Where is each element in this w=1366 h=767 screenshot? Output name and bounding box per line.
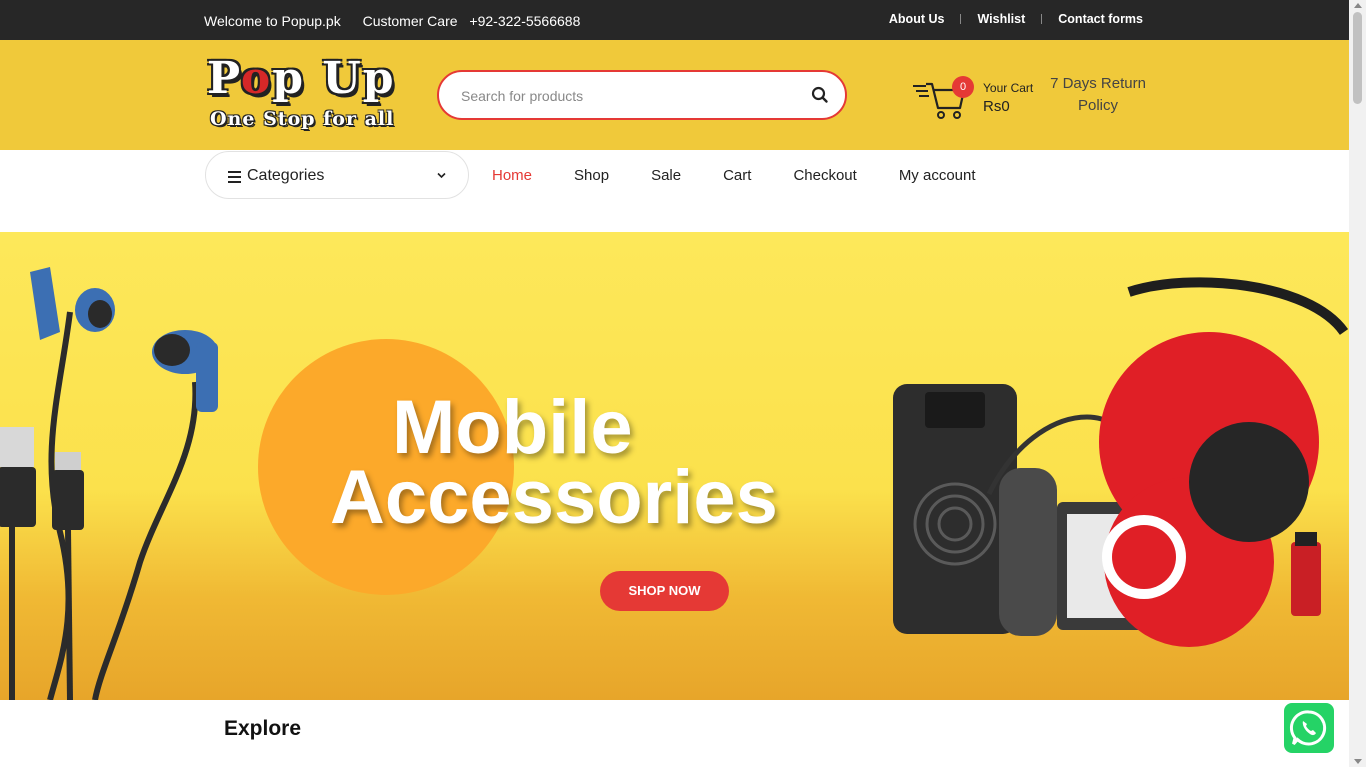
nav-home[interactable]: Home <box>492 167 532 184</box>
welcome-text: Welcome to Popup.pk <box>204 13 341 29</box>
scroll-down-arrow[interactable] <box>1354 759 1362 764</box>
top-bar-links: About Us Wishlist Contact forms <box>889 12 1143 26</box>
shop-now-button[interactable]: SHOP NOW <box>600 571 729 611</box>
about-us-link[interactable]: About Us <box>889 12 945 26</box>
divider <box>960 14 962 24</box>
cart-amount: Rs0 <box>983 98 1010 115</box>
top-bar: Welcome to Popup.pk Customer Care +92-32… <box>0 0 1349 40</box>
header-cart[interactable]: 0 Your Cart Rs0 <box>912 76 1042 121</box>
nav-cart[interactable]: Cart <box>723 167 751 184</box>
scroll-up-arrow[interactable] <box>1354 3 1362 8</box>
customer-care-phone[interactable]: +92-322-5566688 <box>469 13 580 29</box>
accessories-image <box>893 277 1349 647</box>
nav-checkout[interactable]: Checkout <box>793 167 856 184</box>
whatsapp-icon <box>1289 710 1327 746</box>
logo-letter-o: o <box>240 53 273 104</box>
hero-title-line2: Accessories <box>330 455 778 540</box>
menu-icon <box>228 171 241 183</box>
site-header: Pop Up One Stop for all 0 Your Cart Rs0 … <box>0 40 1349 150</box>
contact-forms-link[interactable]: Contact forms <box>1058 12 1143 26</box>
section-title-explore: Explore <box>224 717 302 740</box>
return-policy-line1: 7 Days Return <box>1050 75 1146 92</box>
cart-label: Your Cart <box>983 81 1034 95</box>
customer-care-label: Customer Care <box>362 13 458 29</box>
divider <box>1041 14 1043 24</box>
cart-count-badge: 0 <box>952 76 974 98</box>
logo-wordmark: Pop Up <box>207 53 396 104</box>
search-input[interactable] <box>459 72 793 120</box>
main-menu: Home Shop Sale Cart Checkout My account <box>492 167 1018 184</box>
wishlist-link[interactable]: Wishlist <box>977 12 1025 26</box>
hero-banner: Mobile Accessories SHOP NOW <box>0 232 1349 700</box>
top-bar-info: Welcome to Popup.pk Customer Care +92-32… <box>204 13 580 29</box>
whatsapp-button[interactable] <box>1284 703 1334 753</box>
earphones-image <box>0 267 218 700</box>
categories-label: Categories <box>247 167 325 184</box>
nav-sale[interactable]: Sale <box>651 167 681 184</box>
scrollbar-thumb[interactable] <box>1353 12 1362 104</box>
site-logo[interactable]: Pop Up One Stop for all <box>205 53 420 133</box>
categories-dropdown[interactable]: Categories <box>205 151 469 199</box>
search-button[interactable] <box>809 84 831 106</box>
logo-tagline: One Stop for all <box>210 108 395 130</box>
return-policy[interactable]: 7 Days Return Policy <box>1050 73 1146 117</box>
logo-letters: p Up <box>272 53 396 104</box>
search-bar <box>437 70 847 120</box>
chevron-down-icon <box>437 172 446 179</box>
nav-shop[interactable]: Shop <box>574 167 609 184</box>
nav-my-account[interactable]: My account <box>899 167 976 184</box>
return-policy-line2: Policy <box>1077 97 1118 114</box>
page-scrollbar[interactable] <box>1349 0 1366 767</box>
main-navigation-row: Categories Home Shop Sale Cart Checkout … <box>0 150 1349 232</box>
logo-letter: P <box>207 53 241 104</box>
search-icon <box>811 86 828 103</box>
